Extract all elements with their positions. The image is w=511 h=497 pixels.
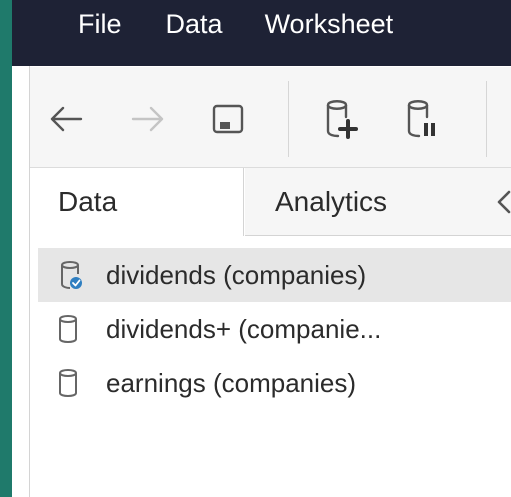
- back-button[interactable]: [44, 97, 88, 141]
- menu-data[interactable]: Data: [166, 0, 223, 57]
- data-source-item[interactable]: earnings (companies): [38, 356, 511, 410]
- accent-bar: [0, 0, 12, 497]
- database-icon: [59, 315, 77, 343]
- data-source-label: dividends+ (companie...: [106, 314, 382, 344]
- left-edge-panel: [12, 66, 30, 497]
- pane-tabs: Data Analytics: [30, 168, 511, 236]
- data-source-item[interactable]: dividends+ (companie...: [38, 302, 511, 356]
- toolbar-separator: [288, 81, 289, 157]
- data-source-item[interactable]: dividends (companies): [38, 248, 511, 302]
- tab-analytics-label: Analytics: [275, 185, 388, 217]
- tab-data-label: Data: [58, 186, 118, 217]
- new-data-source-icon: [326, 100, 358, 139]
- tab-analytics[interactable]: Analytics: [245, 168, 511, 236]
- toolbar-separator-2: [486, 81, 487, 157]
- forward-arrow-icon: [131, 106, 164, 132]
- data-source-label: earnings (companies): [106, 368, 357, 398]
- menu-file[interactable]: File: [78, 0, 122, 57]
- chevron-left-icon[interactable]: [493, 188, 511, 216]
- menu-bar: File Data Worksheet: [12, 0, 511, 66]
- app-window: File Data Worksheet Data Analytics divid…: [0, 0, 511, 497]
- database-active-icon: [61, 261, 82, 289]
- data-source-list: dividends (companies) dividends+ (compan…: [38, 248, 511, 410]
- new-data-source-button[interactable]: [320, 97, 364, 141]
- save-icon: [212, 104, 244, 134]
- pause-auto-updates-button[interactable]: [400, 97, 444, 141]
- forward-button[interactable]: [126, 97, 170, 141]
- menu-worksheet[interactable]: Worksheet: [265, 0, 394, 57]
- database-icon: [59, 369, 77, 397]
- save-button[interactable]: [206, 97, 250, 141]
- toolbar: [30, 67, 511, 168]
- tab-data[interactable]: Data: [30, 168, 244, 236]
- pause-auto-updates-icon: [407, 100, 435, 138]
- data-source-label: dividends (companies): [106, 260, 367, 290]
- back-arrow-icon: [50, 106, 83, 132]
